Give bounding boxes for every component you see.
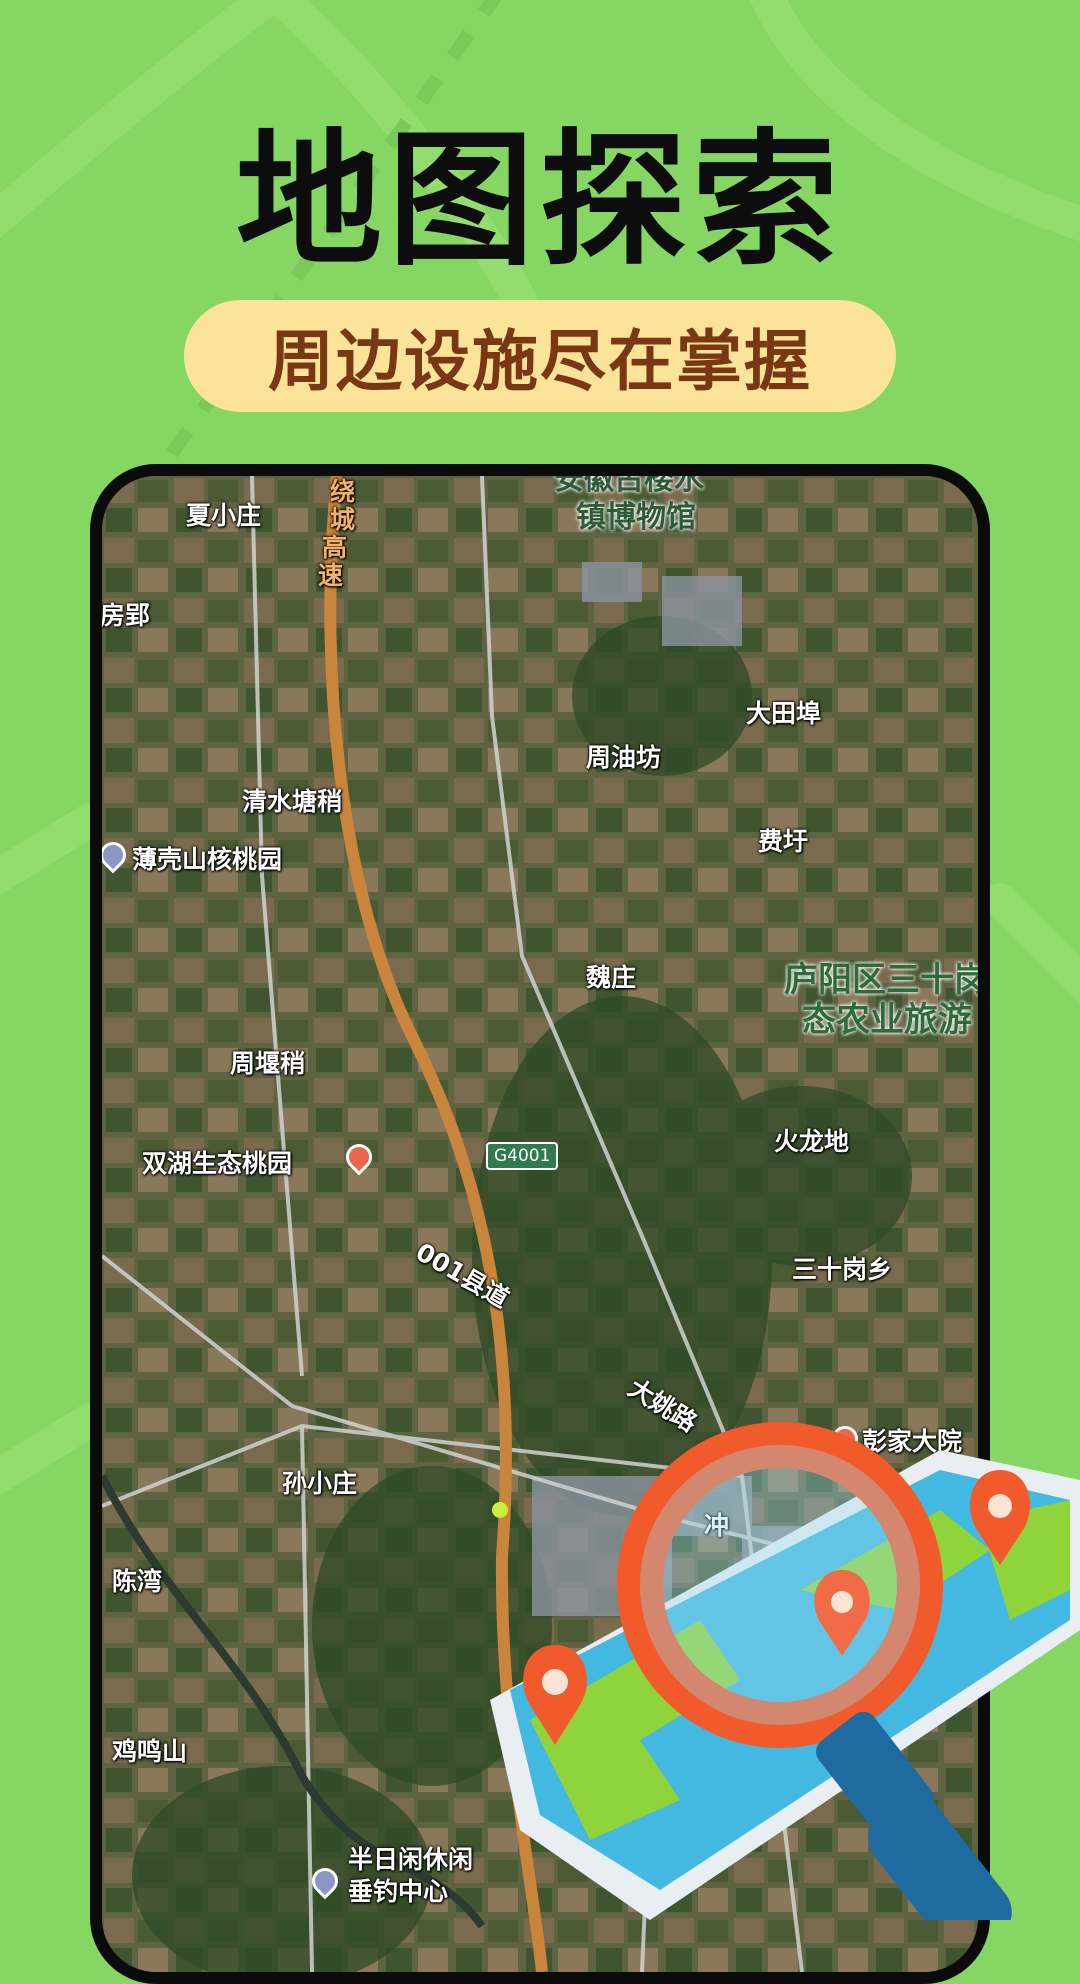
map-label: 费圩 xyxy=(758,827,809,856)
magnifier-map-illustration xyxy=(490,1422,1080,1920)
map-label: 垂钓中心 xyxy=(348,1877,449,1906)
map-label: 大田埠 xyxy=(746,699,822,728)
map-label: 鸡鸣山 xyxy=(112,1737,188,1766)
map-label: 清水塘稍 xyxy=(242,787,343,816)
highway-shield: G4001 xyxy=(486,1142,559,1170)
map-label: 魏庄 xyxy=(586,963,637,992)
tagline-pill: 周边设施尽在掌握 xyxy=(184,300,896,412)
map-label: 半日闲休闲 xyxy=(348,1845,474,1874)
map-label: 陈湾 xyxy=(112,1567,163,1596)
map-label: 周堰稍 xyxy=(230,1049,306,1078)
decoration-dot xyxy=(492,1502,508,1518)
map-label: 态农业旅游 xyxy=(802,1000,972,1040)
map-label: 速 xyxy=(318,561,344,590)
map-label: 三十岗乡 xyxy=(792,1255,893,1284)
map-label: 镇博物馆 xyxy=(576,500,696,535)
map-label: 孙小庄 xyxy=(282,1469,358,1498)
headline: 地图探索 xyxy=(236,116,844,286)
map-label: 薄壳山核桃园 xyxy=(132,845,283,874)
map-label: 夏小庄 xyxy=(186,501,262,530)
map-label: 周油坊 xyxy=(586,743,662,772)
map-label: 双湖生态桃园 xyxy=(142,1149,293,1178)
tagline: 周边设施尽在掌握 xyxy=(268,323,812,400)
map-label: 房郢 xyxy=(100,601,151,630)
map-label: 火龙地 xyxy=(774,1127,850,1156)
